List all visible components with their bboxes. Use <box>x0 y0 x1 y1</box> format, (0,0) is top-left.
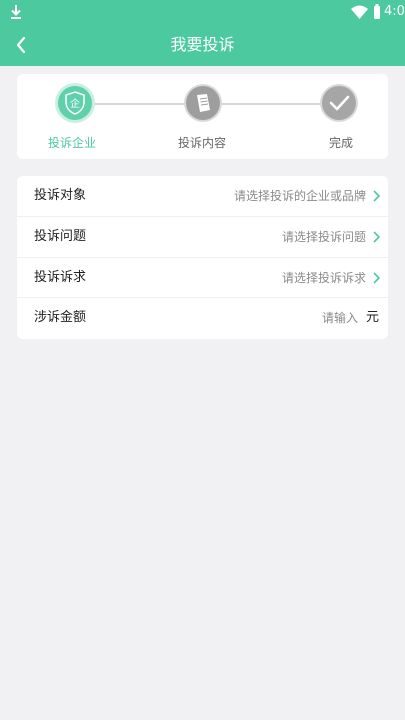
status-bar: 4:02 <box>0 0 405 24</box>
app-bar: 我要投诉 <box>0 24 405 66</box>
step-2-circle <box>186 86 220 120</box>
progress-steps: 企 投诉企业 投诉内容 完成 <box>17 74 388 159</box>
chevron-right-icon <box>373 190 380 202</box>
step-1-circle: 企 <box>58 86 92 120</box>
target-row[interactable]: 投诉对象 请选择投诉的企业或品牌 <box>17 176 388 217</box>
top-header: 4:02 我要投诉 <box>0 0 405 66</box>
target-value: 请选择投诉的企业或品牌 <box>233 189 366 203</box>
shield-enterprise-icon: 企 <box>65 91 85 115</box>
wifi-icon <box>351 5 368 19</box>
amount-label: 涉诉金额 <box>34 310 87 326</box>
demand-label: 投诉诉求 <box>34 269 87 285</box>
complaint-form: 投诉对象 请选择投诉的企业或品牌 投诉问题 请选择投诉问题 投诉诉求 请选择投诉… <box>17 176 388 339</box>
issue-row[interactable]: 投诉问题 请选择投诉问题 <box>17 217 388 258</box>
document-icon <box>197 94 210 112</box>
status-time: 4:02 <box>384 4 405 19</box>
svg-text:企: 企 <box>70 97 80 110</box>
step-1-label: 投诉企业 <box>47 136 97 150</box>
chevron-right-icon <box>373 271 380 284</box>
step-3-label: 完成 <box>328 136 354 150</box>
issue-label: 投诉问题 <box>34 228 87 244</box>
demand-row[interactable]: 投诉诉求 请选择投诉诉求 <box>17 258 388 299</box>
amount-unit: 元 <box>365 310 379 326</box>
step-connector <box>220 103 322 105</box>
download-icon <box>11 5 21 19</box>
step-3-circle <box>322 86 356 120</box>
demand-value: 请选择投诉诉求 <box>281 270 366 285</box>
battery-icon <box>374 4 380 19</box>
checkmark-icon <box>329 95 350 111</box>
chevron-right-icon <box>373 231 380 243</box>
amount-input[interactable] <box>248 308 358 329</box>
step-connector <box>94 103 187 105</box>
issue-value: 请选择投诉问题 <box>281 229 366 244</box>
step-2-label: 投诉内容 <box>177 136 227 150</box>
target-label: 投诉对象 <box>34 188 87 203</box>
amount-row: 涉诉金额 元 <box>17 298 388 339</box>
page-title: 我要投诉 <box>170 35 235 54</box>
